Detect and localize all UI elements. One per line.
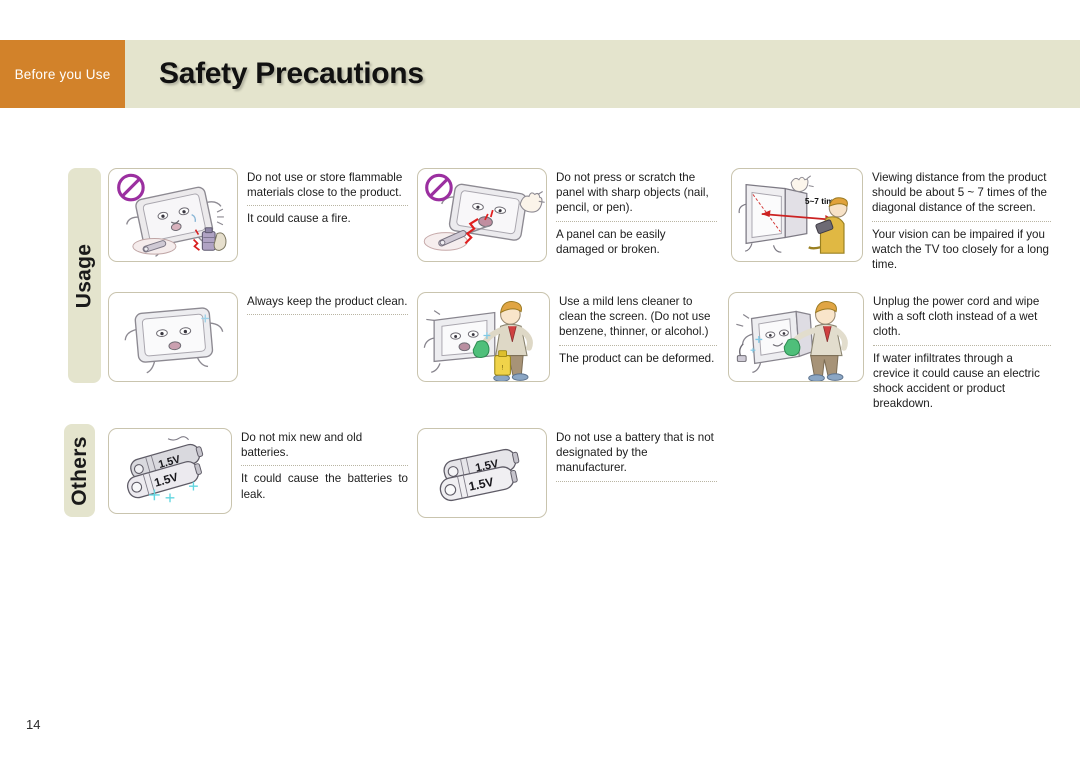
text-divider [559, 344, 717, 346]
text-divider [872, 220, 1051, 222]
illustration-clean-tv-with-face [108, 292, 238, 382]
precaution-warning-text: Use a mild lens cleaner to clean the scr… [559, 295, 711, 339]
precaution-item-mild-lens-cleaner: ! Use a mild lens cleaner to clean the s… [417, 292, 717, 382]
illustration-artwork: 1.5V 1.5V [126, 436, 204, 503]
text-divider [873, 344, 1051, 346]
illustration-artwork: 1.5V 1.5V [439, 448, 520, 502]
header-section-tab-label: Before you Use [14, 66, 111, 82]
document-page: Before you Use Safety Precautions Usage … [0, 0, 1080, 764]
precaution-warning-text: Do not use a battery that is not designa… [556, 431, 714, 475]
svg-text:!: ! [502, 364, 504, 371]
side-tab-others-label: Others [67, 435, 91, 506]
text-divider [556, 220, 717, 222]
text-divider [556, 480, 717, 482]
illustration-two-batteries: 1.5V 1.5V [417, 428, 547, 518]
illustration-man-cleaning-tv-with-cleaner-bottle: ! [417, 292, 550, 382]
illustration-artwork [124, 307, 224, 374]
illustration-artwork: ! [423, 301, 533, 381]
precaution-item-unplug-before-wiping: Unplug the power cord and wipe with a so… [728, 292, 1051, 410]
precaution-consequence-text: It could cause the batteries to leak. [241, 472, 408, 501]
side-tab-usage-label: Usage [72, 243, 96, 308]
illustration-man-wiping-unplugged-tv [728, 292, 864, 382]
precaution-text-block: Do not press or scratch the panel with s… [547, 168, 717, 262]
precaution-item-viewing-distance: 5~7 times Viewing distance from the prod… [731, 168, 1051, 271]
text-divider [241, 465, 408, 467]
precaution-consequence-text: It could cause a fire. [247, 212, 351, 226]
precaution-warning-text: Unplug the power cord and wipe with a so… [873, 295, 1040, 339]
illustration-artwork [423, 173, 545, 251]
precaution-text-block: Do not use a battery that is not designa… [547, 428, 717, 514]
illustration-person-watching-tv-at-distance: 5~7 times [731, 168, 863, 262]
precaution-consequence-text: If water infiltrates through a crevice i… [873, 351, 1040, 411]
side-tab-others: Others [64, 424, 95, 517]
header-section-tab: Before you Use [0, 40, 125, 108]
prohibition-sign-icon [117, 173, 145, 202]
precaution-warning-text: Do not mix new and old batteries. [241, 431, 363, 460]
precaution-consequence-text: A panel can be easily damaged or broken. [556, 227, 666, 256]
precaution-warning-text: Do not use or store flammable materials … [247, 171, 403, 200]
page-title-container: Safety Precautions [125, 40, 1080, 108]
precaution-text-block: Viewing distance from the product should… [863, 168, 1051, 271]
illustration-tv-scratched-by-pen [417, 168, 547, 262]
side-tab-usage: Usage [68, 168, 101, 383]
precaution-warning-text: Do not press or scratch the panel with s… [556, 171, 709, 215]
precaution-text-block: Do not mix new and old batteries. It cou… [232, 428, 408, 514]
precaution-text-block: Always keep the product clean. [238, 292, 408, 382]
illustration-artwork: 5~7 times [738, 175, 848, 254]
page-header: Before you Use Safety Precautions [0, 40, 1080, 108]
precaution-item-non-designated-battery: 1.5V 1.5V Do not use a battery that is n… [417, 428, 717, 518]
text-divider [247, 314, 408, 316]
precaution-consequence-text: Your vision can be impaired if you watch… [872, 227, 1050, 272]
precaution-text-block: Do not use or store flammable materials … [238, 168, 408, 262]
illustration-tv-with-flammable-spray-can [108, 168, 238, 262]
illustration-artwork [736, 301, 848, 381]
precaution-warning-text: Viewing distance from the product should… [872, 171, 1047, 215]
precaution-item-flammable-materials: Do not use or store flammable materials … [108, 168, 408, 262]
precaution-item-mix-new-old-batteries: 1.5V 1.5V Do not mix new and old batteri… [108, 428, 408, 514]
page-number: 14 [26, 717, 41, 732]
precaution-warning-text: Always keep the product clean. [247, 295, 408, 308]
illustration-two-batteries-leaking: 1.5V 1.5V [108, 428, 232, 514]
prohibition-sign-icon [425, 173, 453, 202]
text-divider [247, 205, 408, 207]
precaution-item-sharp-objects: Do not press or scratch the panel with s… [417, 168, 717, 262]
page-title: Safety Precautions [159, 57, 424, 90]
precaution-text-block: Use a mild lens cleaner to clean the scr… [550, 292, 717, 382]
precaution-text-block: Unplug the power cord and wipe with a so… [864, 292, 1051, 410]
precaution-item-keep-clean: Always keep the product clean. [108, 292, 408, 382]
illustration-artwork [117, 173, 227, 257]
precaution-consequence-text: The product can be deformed. [559, 351, 715, 365]
